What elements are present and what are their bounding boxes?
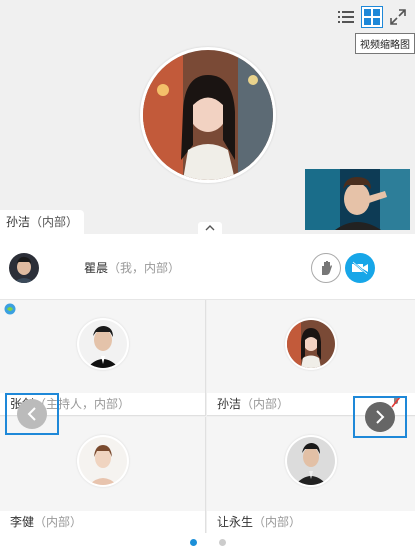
chevron-up-icon bbox=[205, 225, 215, 231]
participant-avatar bbox=[76, 318, 129, 370]
list-view-button[interactable] bbox=[335, 6, 357, 28]
grid-view-button[interactable] bbox=[361, 6, 383, 28]
participant-name: 孙洁 bbox=[217, 397, 242, 411]
participant-avatar bbox=[285, 435, 337, 487]
page-indicator bbox=[0, 533, 415, 551]
speaker-name-label: 孙洁（内部） bbox=[0, 210, 85, 234]
self-role: （我，内部） bbox=[108, 261, 181, 275]
page-dot-2[interactable] bbox=[218, 538, 226, 546]
participant-avatar bbox=[76, 435, 129, 487]
speaker-role: （内部） bbox=[30, 215, 79, 229]
picture-in-picture-video[interactable] bbox=[305, 169, 410, 230]
self-avatar bbox=[9, 253, 39, 283]
pip-photo bbox=[305, 169, 410, 230]
raise-hand-icon bbox=[322, 261, 332, 275]
previous-page-button[interactable] bbox=[5, 393, 59, 435]
chevron-left-icon bbox=[27, 407, 36, 421]
view-toolbar bbox=[335, 6, 409, 28]
view-tooltip: 视频缩略图 bbox=[355, 33, 415, 54]
participant-name: 李健 bbox=[10, 515, 35, 529]
participant-name-label: 李健（内部） bbox=[0, 511, 205, 533]
participant-avatar bbox=[285, 318, 337, 370]
self-name: 瞿晨 bbox=[84, 261, 109, 275]
camera-toggle-button[interactable] bbox=[345, 253, 375, 283]
status-badge-icon bbox=[4, 303, 16, 315]
chevron-right-icon bbox=[376, 410, 385, 424]
main-video-area: 视频缩略图 孙洁（内部） bbox=[0, 0, 415, 234]
participant-name: 让永生 bbox=[217, 515, 254, 529]
raise-hand-button[interactable] bbox=[311, 253, 341, 283]
camera-off-icon bbox=[352, 261, 368, 275]
grid-icon bbox=[364, 9, 380, 25]
speaker-photo bbox=[143, 50, 273, 180]
fullscreen-button[interactable] bbox=[387, 6, 409, 28]
participant-role: （内部） bbox=[241, 397, 290, 411]
list-icon bbox=[338, 11, 354, 23]
self-name-label: 瞿晨（我，内部） bbox=[84, 259, 180, 276]
next-page-button[interactable] bbox=[353, 396, 407, 438]
speaker-name: 孙洁 bbox=[6, 215, 31, 229]
participant-role: （内部） bbox=[34, 515, 83, 529]
page-dot-1[interactable] bbox=[189, 538, 197, 546]
participant-role: （内部） bbox=[253, 515, 302, 529]
expand-icon bbox=[390, 9, 406, 25]
self-participant-row: 瞿晨（我，内部） bbox=[0, 234, 415, 300]
active-speaker-avatar bbox=[140, 47, 276, 183]
collapse-toggle[interactable] bbox=[198, 222, 222, 234]
participant-name-label: 让永生（内部） bbox=[207, 511, 415, 533]
